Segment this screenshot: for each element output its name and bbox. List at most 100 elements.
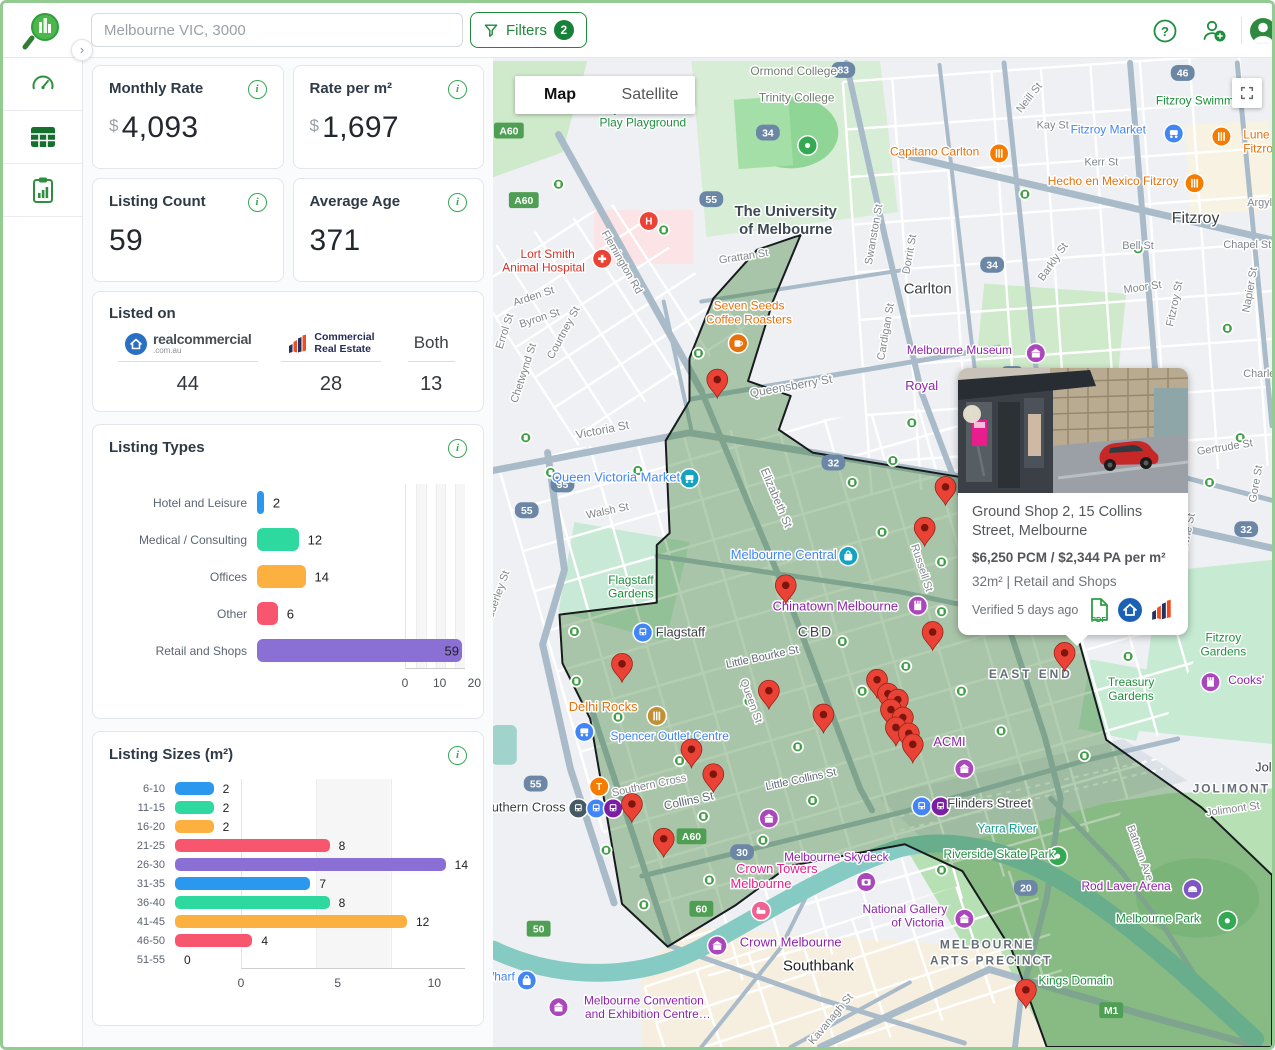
- cart-poi-icon[interactable]: [679, 468, 700, 489]
- map-label: Fitzro: [1243, 141, 1272, 155]
- tram-stop-icon[interactable]: [807, 795, 818, 806]
- restaurant-poi-icon[interactable]: [1211, 126, 1232, 147]
- account-avatar[interactable]: [1248, 16, 1275, 46]
- satellite-view-button[interactable]: Satellite: [605, 76, 695, 114]
- tram-stop-icon[interactable]: [658, 224, 669, 235]
- museum-poi-icon[interactable]: [707, 935, 728, 956]
- tram-stop-icon[interactable]: [553, 179, 564, 190]
- hotel-poi-icon[interactable]: [751, 900, 772, 921]
- tram-stop-icon[interactable]: [571, 676, 582, 687]
- arena-poi-icon[interactable]: [1182, 879, 1203, 900]
- info-icon[interactable]: i: [448, 746, 467, 765]
- camera-poi-icon[interactable]: [856, 872, 877, 893]
- map-label: Riverside Skate Park: [944, 847, 1055, 861]
- tram-stop-icon[interactable]: [1019, 189, 1030, 200]
- info-icon[interactable]: i: [248, 193, 267, 212]
- map-label: Carlton: [904, 282, 952, 298]
- info-icon[interactable]: i: [448, 80, 467, 99]
- tram-stop-icon[interactable]: [956, 686, 967, 697]
- tram-stop-icon[interactable]: [887, 455, 898, 466]
- tram-stop-icon[interactable]: [569, 626, 580, 637]
- search-input[interactable]: [91, 13, 463, 47]
- museum-poi-icon[interactable]: [1025, 343, 1046, 364]
- restaurant-poi-icon[interactable]: [646, 706, 667, 727]
- pdf-icon[interactable]: PDF: [1088, 597, 1110, 623]
- tram-stop-icon[interactable]: [792, 741, 803, 752]
- dot-poi-icon[interactable]: [1217, 910, 1238, 931]
- tram-stop-icon[interactable]: [877, 527, 888, 538]
- chart-row: 21-258: [109, 836, 467, 855]
- fullscreen-button[interactable]: [1232, 78, 1262, 108]
- bag-poi-icon[interactable]: [516, 970, 537, 991]
- tram-stop-icon[interactable]: [601, 845, 612, 856]
- svg-text:34: 34: [762, 128, 774, 139]
- cre-line2: Real Estate: [314, 344, 374, 355]
- filters-button[interactable]: Filters 2: [470, 12, 587, 48]
- museum-poi-icon[interactable]: [954, 758, 975, 779]
- map-label: Gardens: [1108, 689, 1154, 703]
- coffee-poi-icon[interactable]: [728, 333, 749, 354]
- sidebar-item-table-active[interactable]: [3, 111, 82, 164]
- invite-user-icon[interactable]: [1199, 16, 1229, 46]
- map-label: EAST END: [989, 667, 1073, 681]
- listing-popup[interactable]: Ground Shop 2, 15 Collins Street, Melbou…: [958, 368, 1188, 635]
- train-poi-icon[interactable]: [568, 798, 589, 819]
- help-icon[interactable]: ?: [1150, 16, 1180, 46]
- map-label: Chapel St: [1223, 239, 1271, 251]
- museum-poi-icon[interactable]: [758, 808, 779, 829]
- sidebar-item-reports[interactable]: [3, 164, 82, 217]
- tram-stop-icon[interactable]: [847, 477, 858, 488]
- tram-stop-icon[interactable]: [1079, 750, 1090, 761]
- bar: [175, 801, 214, 814]
- museum-poi-icon[interactable]: [548, 997, 569, 1018]
- map-canvas[interactable]: HTA60A60A60M1506083343446465555555530203…: [493, 58, 1272, 1047]
- tram-stop-icon[interactable]: [674, 755, 685, 766]
- cart-poi-icon[interactable]: [574, 721, 595, 742]
- museum-poi-icon[interactable]: [954, 908, 975, 929]
- commercial-real-estate-link-icon[interactable]: [1150, 598, 1174, 622]
- tram-stop-icon[interactable]: [1123, 651, 1134, 662]
- tram-stop-icon[interactable]: [1222, 323, 1233, 334]
- tram-stop-icon[interactable]: [936, 865, 947, 876]
- tram-stop-icon[interactable]: [837, 636, 848, 647]
- bar: [257, 602, 278, 625]
- tram-stop-icon[interactable]: [1204, 477, 1215, 488]
- dot-poi-icon[interactable]: [797, 135, 818, 156]
- sidebar-collapse-button[interactable]: ›: [71, 39, 93, 61]
- value-label: 12: [308, 532, 322, 547]
- realcommercial-link-icon[interactable]: [1117, 597, 1143, 623]
- tram-stop-icon[interactable]: [638, 899, 649, 910]
- info-icon[interactable]: i: [448, 193, 467, 212]
- tram-stop-icon[interactable]: [996, 725, 1007, 736]
- tram-stop-icon[interactable]: [757, 835, 768, 846]
- train-poi-icon[interactable]: [632, 622, 653, 643]
- info-icon[interactable]: i: [448, 439, 467, 458]
- map-label: Kerr St: [1084, 156, 1118, 168]
- bag-poi-icon[interactable]: [838, 546, 859, 567]
- tram-stop-icon[interactable]: [698, 811, 709, 822]
- tram-stop-icon[interactable]: [936, 606, 947, 617]
- filters-label: Filters: [506, 22, 547, 39]
- map-view-button[interactable]: Map: [515, 76, 605, 114]
- tram-stop-icon[interactable]: [693, 348, 704, 359]
- info-icon[interactable]: i: [248, 80, 267, 99]
- cart-poi-icon[interactable]: [1163, 123, 1184, 144]
- castle-poi-icon[interactable]: [1200, 672, 1221, 693]
- castle-poi-icon[interactable]: [907, 595, 928, 616]
- app-logo-icon[interactable]: [21, 10, 69, 52]
- tram-stop-icon[interactable]: [857, 686, 868, 697]
- restaurant-poi-icon[interactable]: [1184, 173, 1205, 194]
- train-poi-icon[interactable]: [911, 796, 932, 817]
- restaurant-poi-icon[interactable]: [989, 143, 1010, 164]
- category-label: 16-20: [109, 821, 175, 833]
- tram-stop-icon[interactable]: [906, 417, 917, 428]
- tee-poi-icon[interactable]: T: [589, 776, 610, 797]
- hospital-poi-icon[interactable]: H: [638, 211, 659, 232]
- train-poi-icon[interactable]: [603, 798, 624, 819]
- tram-stop-icon[interactable]: [520, 432, 531, 443]
- tram-stop-icon[interactable]: [704, 875, 715, 886]
- sidebar-item-dashboard[interactable]: [3, 58, 82, 111]
- tram-stop-icon[interactable]: [900, 661, 911, 672]
- tram-stop-icon[interactable]: [936, 556, 947, 567]
- chart-row: 46-504: [109, 931, 467, 950]
